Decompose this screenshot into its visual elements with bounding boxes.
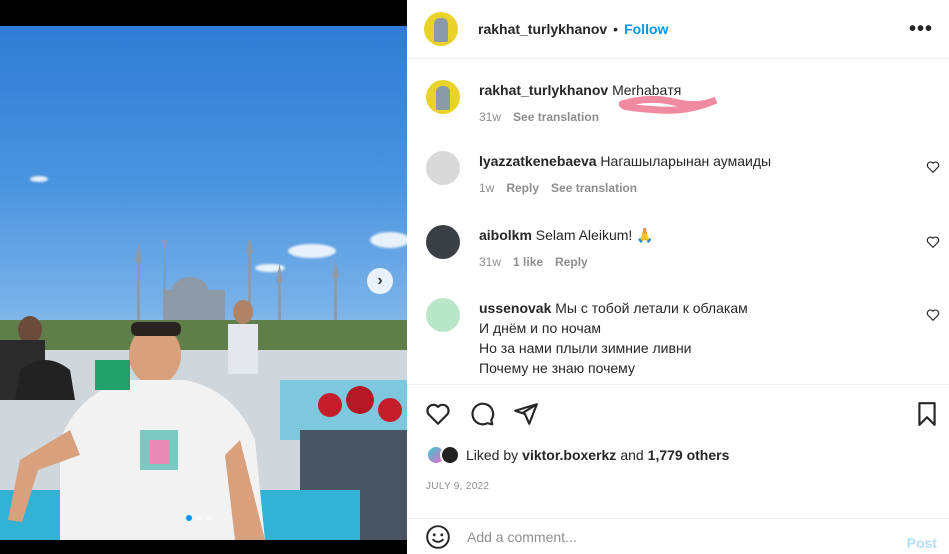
heart-icon[interactable] [425,401,451,427]
post-detail-panel: rakhat_turlykhanov • Follow ••• rakhat_t… [407,0,949,554]
post-media: › [0,0,407,554]
more-horizontal-icon: ••• [908,18,933,40]
caption-time[interactable]: 31w [479,107,501,127]
add-comment-bar: Post [407,518,949,554]
comment-time[interactable]: 31w [479,252,501,272]
comment-likes[interactable]: 1 like [513,252,543,272]
chevron-right-icon: › [377,272,383,289]
author-username[interactable]: rakhat_turlykhanov [478,21,607,37]
post-photo [0,26,407,540]
liked-by-user[interactable]: viktor.boxerkz [522,447,616,463]
liker-avatar [440,445,460,465]
header-separator: • [613,21,619,37]
carousel-dot [186,515,192,521]
post-date[interactable]: JULY 9, 2022 [426,481,489,492]
comment-text-line: Почему не знаю почему [479,360,635,376]
carousel-dot [206,515,212,521]
caption-username[interactable]: rakhat_turlykhanov [479,82,608,98]
comment-username[interactable]: ussenovak [479,300,551,316]
comment-item: ussenovak Мы с тобой летали к облакам И … [426,298,946,378]
photo-scene [0,240,407,540]
more-options-button[interactable]: ••• [909,18,933,41]
comment-text-line: И днём и по ночам [479,320,602,336]
add-comment-input[interactable] [467,528,887,545]
carousel-next-button[interactable]: › [367,268,393,294]
comment-time[interactable]: 1w [479,178,494,198]
commenter-avatar[interactable] [426,298,460,332]
follow-button[interactable]: Follow [624,21,668,37]
comment-item: lyazzatkenebaeva Нагашыларынан аумаиды 1… [426,151,946,198]
comment-icon[interactable] [469,401,495,427]
see-translation-button[interactable]: See translation [513,107,599,127]
liked-by-others[interactable]: 1,779 others [648,447,730,463]
commenter-avatar[interactable] [426,151,460,185]
liked-by-connector: and [620,447,644,463]
post-comment-button[interactable]: Post [907,535,937,551]
redaction-scribble [619,95,718,114]
comment-text-line: Мы с тобой летали к облакам [555,300,748,316]
likes-summary: Liked by viktor.boxerkz and 1,779 others [426,445,729,465]
carousel-dots [186,515,212,521]
send-icon[interactable] [513,401,539,427]
carousel-dot [196,515,202,521]
comment-username[interactable]: aibolkm [479,227,532,243]
post-actions [407,384,949,442]
heart-icon[interactable] [926,235,940,249]
comment-item: aibolkm Selam Aleikum! 🙏 31w 1 like Repl… [426,225,946,272]
comments-list[interactable]: rakhat_turlykhanov Merhabaтя 31w See tra… [407,59,949,384]
reply-button[interactable]: Reply [506,178,539,198]
commenter-avatar[interactable] [426,225,460,259]
caption-avatar[interactable] [426,80,460,114]
comment-username[interactable]: lyazzatkenebaeva [479,153,597,169]
comment-text: Selam Aleikum! 🙏 [535,227,654,243]
heart-icon[interactable] [926,160,940,174]
emoji-icon[interactable] [425,524,451,550]
reply-button[interactable]: Reply [555,252,588,272]
post-header: rakhat_turlykhanov • Follow ••• [407,0,949,59]
comment-text-line: Но за нами плыли зимние ливни [479,340,692,356]
bookmark-icon[interactable] [914,401,940,427]
see-translation-button[interactable]: See translation [551,178,637,198]
liked-by-prefix: Liked by [466,447,519,463]
author-avatar[interactable] [424,12,458,46]
comment-text: Нагашыларынан аумаиды [600,153,772,169]
heart-icon[interactable] [926,308,940,322]
